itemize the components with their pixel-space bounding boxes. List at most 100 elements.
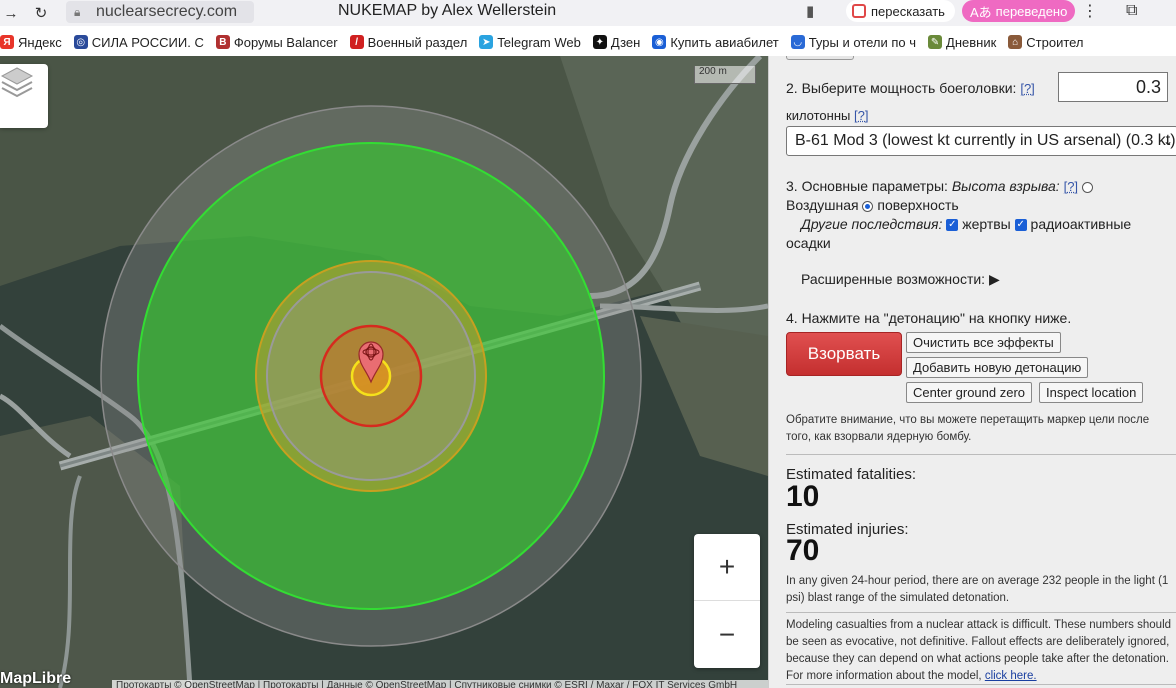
preset-selected-value: B-61 Mod 3 (lowest kt currently in US ar…: [795, 132, 1176, 149]
bookmark-favicon-icon: ✎: [928, 35, 943, 49]
preset-select[interactable]: B-61 Mod 3 (lowest kt currently in US ar…: [786, 126, 1176, 156]
population-note-line2: psi) blast range of the simulated detona…: [786, 592, 1010, 604]
bookmark-label: Туры и отели по ч: [808, 34, 917, 50]
zoom-in-button[interactable]: +: [694, 534, 760, 601]
lock-icon: 🔒︎: [74, 5, 81, 19]
yield-input[interactable]: 0.3: [1058, 72, 1168, 102]
retell-label: пересказать: [871, 3, 945, 19]
airburst-radio[interactable]: [1081, 181, 1093, 193]
forward-arrow-icon[interactable]: →: [0, 2, 22, 24]
page-title: NUKEMAP by Alex Wellerstein: [338, 2, 557, 19]
modeling-note: Modeling casualties from a nuclear attac…: [786, 617, 1176, 685]
maplibre-logo: MapLibre: [0, 670, 72, 687]
bookmark-item[interactable]: ◉ Купить авиабилет: [652, 34, 779, 50]
translated-label: переведено: [995, 3, 1068, 19]
extensions-icon[interactable]: ⧉: [1126, 2, 1137, 20]
center-ground-zero-button[interactable]: Center ground zero: [906, 382, 1033, 403]
zoom-control: + −: [694, 534, 760, 668]
model-info-link[interactable]: click here.: [985, 670, 1037, 682]
add-detonation-button[interactable]: Добавить новую детонацию: [906, 357, 1089, 378]
drag-note-line2: того, как взорвали ядерную бомбу.: [786, 431, 972, 443]
inspect-location-button[interactable]: Inspect location: [1039, 382, 1144, 403]
expand-arrow-icon: ▶: [988, 271, 1000, 287]
bookmark-icon[interactable]: ▮: [806, 2, 814, 20]
detonate-button[interactable]: Взорвать: [786, 332, 902, 376]
zoom-out-button[interactable]: −: [694, 601, 760, 668]
bookmark-label: Строител: [1026, 34, 1084, 50]
fallout-checkbox[interactable]: ✓: [1014, 219, 1027, 232]
bookmark-label: Купить авиабилет: [670, 34, 779, 50]
control-panel: 2. Выберите мощность боеголовки: [?] 0.3…: [768, 56, 1176, 688]
divider: [786, 612, 1176, 613]
modeling-note-line2: be seen as evocative, not definitive. Fa…: [786, 636, 1170, 648]
url-text: nuclearsecrecy.com: [96, 3, 238, 20]
yield-help-link[interactable]: [?]: [1020, 81, 1034, 96]
bookmark-item[interactable]: ⌂ Строител: [1008, 34, 1084, 50]
layers-icon: [0, 67, 34, 98]
casualties-label: жертвы: [962, 216, 1011, 232]
burst-options-row: Воздушная поверхность: [786, 197, 959, 213]
bookmark-item[interactable]: ✎ Дневник: [928, 35, 996, 50]
address-bar[interactable]: 🔒︎ nuclearsecrecy.com: [66, 1, 254, 23]
bookmark-favicon-icon: ⌂: [1008, 35, 1023, 49]
other-effects-label: Другие последствия:: [801, 216, 943, 232]
kilotons-help-link[interactable]: [?]: [854, 108, 868, 123]
bookmark-item[interactable]: Я Яндекс: [0, 35, 62, 50]
clear-effects-button[interactable]: Очистить все эффекты: [906, 332, 1061, 353]
burst-help-link[interactable]: [?]: [1064, 179, 1078, 194]
bookmark-item[interactable]: ◡ Туры и отели по ч: [790, 34, 917, 50]
map-view[interactable]: 200 m + − MapLibre Протокарты © OpenStre…: [0, 56, 768, 688]
bookmark-item[interactable]: B Форумы Balancer: [215, 34, 338, 50]
fatalities-value: 10: [786, 480, 820, 513]
injuries-value: 70: [786, 534, 820, 567]
layers-button[interactable]: [0, 64, 48, 128]
population-note-line1: In any given 24-hour period, there are o…: [786, 575, 1169, 587]
translated-button[interactable]: Aあ переведено: [962, 0, 1076, 22]
surface-label: поверхность: [877, 197, 959, 213]
population-note: In any given 24-hour period, there are o…: [786, 573, 1176, 607]
bookmark-label: Форумы Balancer: [233, 34, 338, 50]
chevron-down-icon: ⌄: [1162, 134, 1173, 148]
drag-note: Обратите внимание, что вы можете перетащ…: [786, 412, 1176, 446]
step3-row: 3. Основные параметры: Высота взрыва: [?…: [786, 178, 1093, 194]
bookmark-label: Telegram Web: [497, 34, 581, 50]
divider: [786, 684, 1176, 685]
modeling-note-line1: Modeling casualties from a nuclear attac…: [786, 619, 1172, 631]
bookmark-favicon-icon: ◡: [790, 35, 805, 49]
casualties-checkbox[interactable]: ✓: [946, 219, 959, 232]
retell-icon: [852, 4, 866, 18]
translate-icon: Aあ: [970, 4, 992, 20]
surface-radio[interactable]: [862, 200, 874, 212]
fallout-label: радиоактивные: [1030, 216, 1132, 232]
bookmark-label: Дзен: [610, 34, 641, 50]
bookmark-favicon-icon: ◉: [652, 35, 667, 49]
drag-note-line1: Обратите внимание, что вы можете перетащ…: [786, 414, 1150, 426]
reload-icon[interactable]: ↻: [30, 2, 52, 24]
bookmarks-bar: Я Яндекс ◎ СИЛА РОССИИ. С B Форумы Balancer / В…: [0, 30, 1176, 54]
modeling-note-line3: because they can depend on what actions …: [786, 653, 1169, 665]
bookmark-label: Дневник: [946, 34, 997, 50]
kilotons-label: килотонны: [786, 108, 851, 123]
scale-bar: 200 m: [694, 66, 756, 84]
bookmark-label: Военный раздел: [367, 34, 468, 50]
advanced-label: Расширенные возможности:: [801, 271, 986, 287]
bookmark-item[interactable]: / Военный раздел: [349, 34, 468, 50]
bookmark-item[interactable]: ◎ СИЛА РОССИИ. С: [73, 35, 204, 50]
step3-label: 3. Основные параметры:: [786, 178, 948, 194]
advanced-toggle[interactable]: Расширенные возможности: ▶: [801, 271, 1000, 288]
retell-button[interactable]: пересказать: [846, 0, 955, 22]
fallout-label-line2: осадки: [786, 235, 831, 251]
bookmark-item[interactable]: ✦ Дзен: [592, 34, 641, 50]
more-menu-icon[interactable]: ⋮: [1082, 1, 1098, 21]
map-attribution: Протокарты © OpenStreetMap | Протокарты …: [112, 680, 768, 688]
bookmark-item[interactable]: ➤ Telegram Web: [479, 35, 581, 50]
modeling-note-line4: For more information about the model, cl…: [786, 668, 1176, 685]
map-canvas[interactable]: [0, 56, 768, 688]
bookmark-favicon-icon: ◎: [73, 35, 88, 49]
bookmark-favicon-icon: ➤: [479, 35, 494, 49]
kilotons-row: килотонны [?]: [786, 108, 868, 123]
bookmark-favicon-icon: Я: [0, 35, 14, 49]
burst-height-label: Высота взрыва:: [951, 178, 1060, 194]
step4-label: 4. Нажмите на "детонацию" на кнопку ниже…: [786, 310, 1072, 326]
other-effects-row: Другие последствия: ✓ жертвы ✓ радиоакти…: [801, 216, 1131, 232]
